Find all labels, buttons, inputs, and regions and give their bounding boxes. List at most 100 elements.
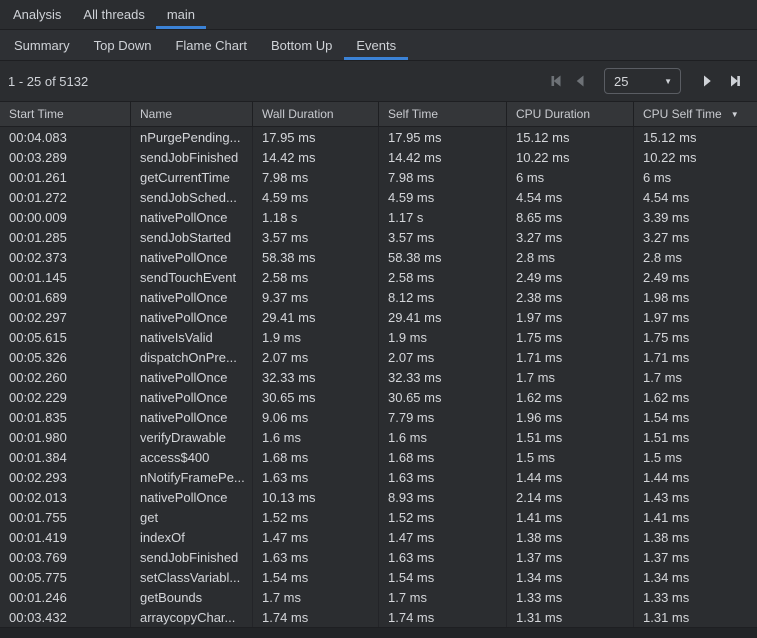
cell-name: access$400 <box>130 447 252 467</box>
cell-wall-duration: 32.33 ms <box>252 367 378 387</box>
cell-cpu-self-time: 1.44 ms <box>633 467 757 487</box>
cell-name: nativePollOnce <box>130 367 252 387</box>
column-header-label: Name <box>140 107 172 121</box>
next-page-button[interactable] <box>695 69 719 93</box>
cell-start-time: 00:01.755 <box>0 507 130 527</box>
cell-cpu-duration: 1.33 ms <box>506 587 633 607</box>
table-row[interactable]: 00:01.384access$4001.68 ms1.68 ms1.5 ms1… <box>0 447 757 467</box>
last-page-button[interactable] <box>723 69 747 93</box>
page-size-value: 25 <box>614 74 664 89</box>
cell-self-time: 4.59 ms <box>378 187 506 207</box>
cell-name: getBounds <box>130 587 252 607</box>
table-row[interactable]: 00:02.373nativePollOnce58.38 ms58.38 ms2… <box>0 247 757 267</box>
cell-name: sendJobFinished <box>130 547 252 567</box>
previous-page-icon <box>573 74 587 88</box>
cell-cpu-duration: 1.34 ms <box>506 567 633 587</box>
cell-cpu-self-time: 1.31 ms <box>633 607 757 627</box>
table-row[interactable]: 00:01.285sendJobStarted3.57 ms3.57 ms3.2… <box>0 227 757 247</box>
table-row[interactable]: 00:04.083nPurgePending...17.95 ms17.95 m… <box>0 127 757 147</box>
view-tab-bottom-up[interactable]: Bottom Up <box>259 30 344 60</box>
table-row[interactable]: 00:01.261getCurrentTime7.98 ms7.98 ms6 m… <box>0 167 757 187</box>
cell-start-time: 00:05.326 <box>0 347 130 367</box>
table-row[interactable]: 00:02.297nativePollOnce29.41 ms29.41 ms1… <box>0 307 757 327</box>
table-row[interactable]: 00:00.009nativePollOnce1.18 s1.17 s8.65 … <box>0 207 757 227</box>
column-header-label: CPU Self Time <box>643 107 722 121</box>
first-page-button[interactable] <box>544 69 568 93</box>
chevron-down-icon: ▼ <box>664 77 672 86</box>
cell-start-time: 00:03.769 <box>0 547 130 567</box>
cell-wall-duration: 1.63 ms <box>252 467 378 487</box>
cell-cpu-self-time: 1.38 ms <box>633 527 757 547</box>
table-row[interactable]: 00:02.229nativePollOnce30.65 ms30.65 ms1… <box>0 387 757 407</box>
table-footer-gap <box>0 627 757 638</box>
cell-cpu-duration: 1.97 ms <box>506 307 633 327</box>
cell-cpu-duration: 1.62 ms <box>506 387 633 407</box>
table-row[interactable]: 00:05.775setClassVariabl...1.54 ms1.54 m… <box>0 567 757 587</box>
cell-self-time: 1.63 ms <box>378 547 506 567</box>
cell-self-time: 58.38 ms <box>378 247 506 267</box>
cell-self-time: 1.7 ms <box>378 587 506 607</box>
cell-cpu-self-time: 6 ms <box>633 167 757 187</box>
view-tab-flame-chart[interactable]: Flame Chart <box>163 30 259 60</box>
cell-wall-duration: 2.58 ms <box>252 267 378 287</box>
cell-name: arraycopyChar... <box>130 607 252 627</box>
column-header-cpu-duration[interactable]: CPU Duration <box>506 102 633 126</box>
table-row[interactable]: 00:01.835nativePollOnce9.06 ms7.79 ms1.9… <box>0 407 757 427</box>
thread-tab-all-threads[interactable]: All threads <box>72 0 155 29</box>
column-header-name[interactable]: Name <box>130 102 252 126</box>
view-tab-summary[interactable]: Summary <box>2 30 82 60</box>
page-size-dropdown[interactable]: 25 ▼ <box>604 68 681 94</box>
cell-wall-duration: 10.13 ms <box>252 487 378 507</box>
previous-page-button[interactable] <box>568 69 592 93</box>
cell-cpu-duration: 1.44 ms <box>506 467 633 487</box>
cell-name: sendJobSched... <box>130 187 252 207</box>
cell-wall-duration: 29.41 ms <box>252 307 378 327</box>
column-header-cpu-self-time[interactable]: CPU Self Time▼ <box>633 102 757 126</box>
table-row[interactable]: 00:03.289sendJobFinished14.42 ms14.42 ms… <box>0 147 757 167</box>
table-row[interactable]: 00:01.689nativePollOnce9.37 ms8.12 ms2.3… <box>0 287 757 307</box>
cell-wall-duration: 4.59 ms <box>252 187 378 207</box>
thread-tab-main[interactable]: main <box>156 0 206 29</box>
cell-cpu-duration: 1.7 ms <box>506 367 633 387</box>
cell-wall-duration: 2.07 ms <box>252 347 378 367</box>
cell-self-time: 1.74 ms <box>378 607 506 627</box>
table-row[interactable]: 00:02.013nativePollOnce10.13 ms8.93 ms2.… <box>0 487 757 507</box>
cell-name: nativeIsValid <box>130 327 252 347</box>
cell-self-time: 3.57 ms <box>378 227 506 247</box>
view-tab-top-down[interactable]: Top Down <box>82 30 164 60</box>
column-header-start-time[interactable]: Start Time <box>0 102 130 126</box>
column-header-wall-duration[interactable]: Wall Duration <box>252 102 378 126</box>
table-row[interactable]: 00:02.293nNotifyFramePe...1.63 ms1.63 ms… <box>0 467 757 487</box>
cell-start-time: 00:02.373 <box>0 247 130 267</box>
table-row[interactable]: 00:02.260nativePollOnce32.33 ms32.33 ms1… <box>0 367 757 387</box>
table-row[interactable]: 00:01.755get1.52 ms1.52 ms1.41 ms1.41 ms <box>0 507 757 527</box>
cell-wall-duration: 1.63 ms <box>252 547 378 567</box>
last-page-icon <box>728 74 742 88</box>
cell-wall-duration: 9.06 ms <box>252 407 378 427</box>
cell-start-time: 00:01.285 <box>0 227 130 247</box>
table-row[interactable]: 00:01.246getBounds1.7 ms1.7 ms1.33 ms1.3… <box>0 587 757 607</box>
table-row[interactable]: 00:03.769sendJobFinished1.63 ms1.63 ms1.… <box>0 547 757 567</box>
cell-wall-duration: 17.95 ms <box>252 127 378 147</box>
cell-self-time: 2.07 ms <box>378 347 506 367</box>
cell-name: nPurgePending... <box>130 127 252 147</box>
table-row[interactable]: 00:01.980verifyDrawable1.6 ms1.6 ms1.51 … <box>0 427 757 447</box>
table-row[interactable]: 00:01.145sendTouchEvent2.58 ms2.58 ms2.4… <box>0 267 757 287</box>
table-row[interactable]: 00:05.326dispatchOnPre...2.07 ms2.07 ms1… <box>0 347 757 367</box>
table-row[interactable]: 00:05.615nativeIsValid1.9 ms1.9 ms1.75 m… <box>0 327 757 347</box>
cell-cpu-self-time: 1.5 ms <box>633 447 757 467</box>
cell-wall-duration: 9.37 ms <box>252 287 378 307</box>
view-tab-events[interactable]: Events <box>344 30 408 60</box>
table-row[interactable]: 00:01.272sendJobSched...4.59 ms4.59 ms4.… <box>0 187 757 207</box>
events-table-body: 00:04.083nPurgePending...17.95 ms17.95 m… <box>0 127 757 627</box>
column-header-self-time[interactable]: Self Time <box>378 102 506 126</box>
thread-tab-analysis[interactable]: Analysis <box>2 0 72 29</box>
cell-self-time: 1.17 s <box>378 207 506 227</box>
cell-cpu-duration: 1.5 ms <box>506 447 633 467</box>
cell-cpu-self-time: 1.62 ms <box>633 387 757 407</box>
cell-wall-duration: 1.7 ms <box>252 587 378 607</box>
cell-name: get <box>130 507 252 527</box>
table-row[interactable]: 00:01.419indexOf1.47 ms1.47 ms1.38 ms1.3… <box>0 527 757 547</box>
table-row[interactable]: 00:03.432arraycopyChar...1.74 ms1.74 ms1… <box>0 607 757 627</box>
column-header-label: Self Time <box>388 107 438 121</box>
